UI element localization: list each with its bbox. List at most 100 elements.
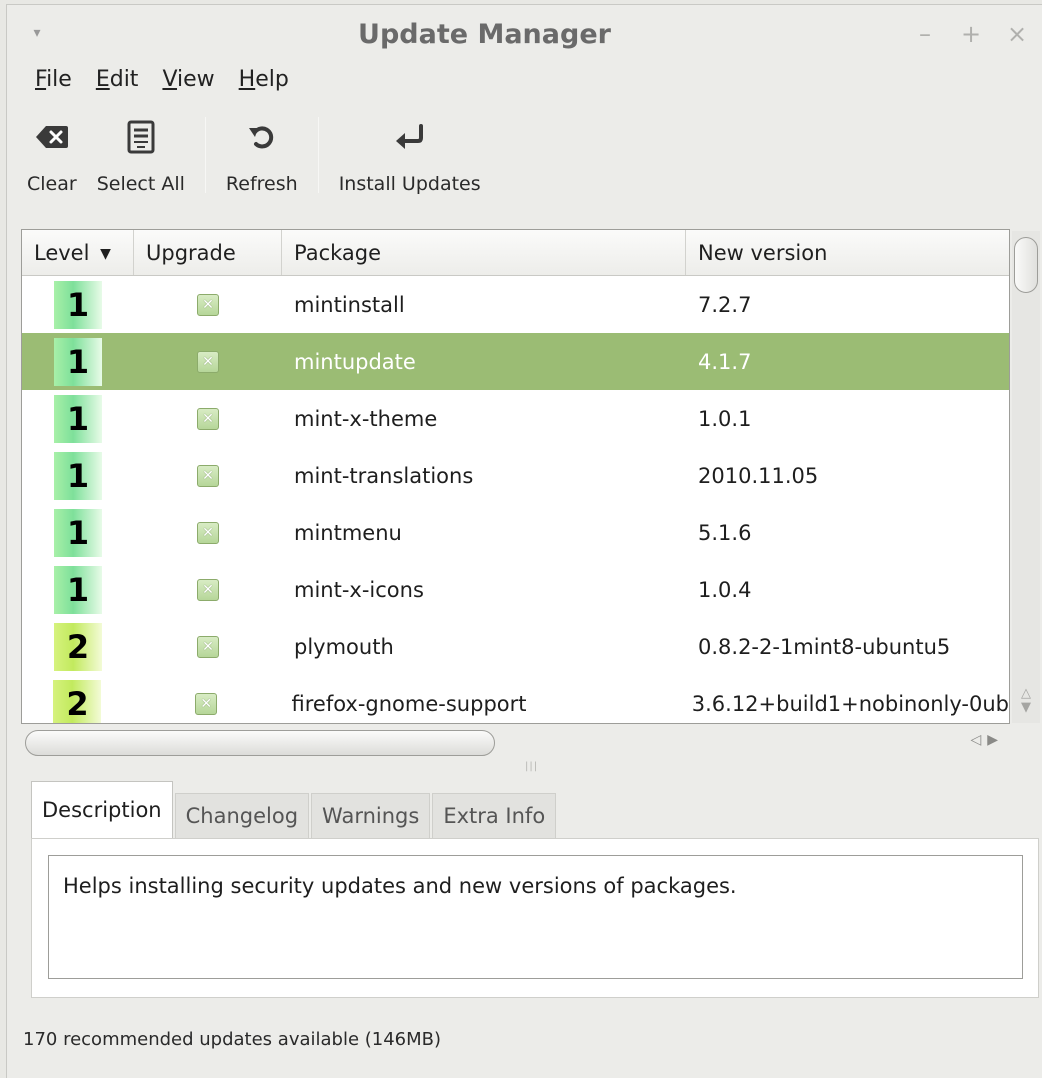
upgrade-checkbox[interactable]: ✕ bbox=[197, 407, 219, 430]
new-version: 7.2.7 bbox=[698, 292, 752, 317]
column-header-level[interactable]: Level ▼ bbox=[22, 230, 134, 275]
version-cell: 0.8.2-2-1mint8-ubuntu5 bbox=[686, 618, 1009, 675]
version-cell: 1.0.1 bbox=[686, 390, 1009, 447]
table-row[interactable]: 1 ✕ mintinstall 7.2.7 bbox=[22, 276, 1009, 333]
select-all-label: Select All bbox=[96, 173, 185, 195]
package-name: mint-x-theme bbox=[294, 406, 438, 431]
upgrade-cell: ✕ bbox=[134, 390, 282, 447]
package-name: mintinstall bbox=[294, 292, 405, 317]
level-cell: 1 bbox=[22, 276, 134, 333]
package-cell: mintupdate bbox=[282, 333, 686, 390]
package-name: mint-x-icons bbox=[294, 577, 424, 602]
scroll-left-right-arrows-icon[interactable]: ◁▶ bbox=[970, 732, 1004, 748]
menu-edit[interactable]: Edit bbox=[86, 63, 149, 97]
menu-file[interactable]: File bbox=[25, 63, 82, 97]
menu-view[interactable]: View bbox=[152, 63, 224, 97]
menu-edit-mnemonic: E bbox=[95, 67, 110, 92]
table-row[interactable]: 1 ✕ mint-translations 2010.11.05 bbox=[22, 447, 1009, 504]
toolbar: Clear Select All Refresh Install Updates bbox=[17, 117, 491, 213]
level-cell: 1 bbox=[22, 447, 134, 504]
new-version: 2010.11.05 bbox=[698, 463, 819, 488]
horizontal-scroll-thumb[interactable] bbox=[25, 730, 495, 756]
refresh-label: Refresh bbox=[225, 173, 298, 195]
table-body: 1 ✕ mintinstall 7.2.7 1 ✕ mintupdate 4.1.7 1 ✕ min… bbox=[22, 276, 1009, 723]
tab-changelog[interactable]: Changelog bbox=[174, 793, 310, 839]
table-row[interactable]: 2 ✕ firefox-gnome-support 3.6.12+build1+nob… bbox=[22, 675, 1009, 723]
clear-button[interactable]: Clear bbox=[17, 117, 87, 207]
version-cell: 1.0.4 bbox=[686, 561, 1009, 618]
package-name: firefox-gnome-support bbox=[291, 691, 527, 716]
updates-table: Level ▼ Upgrade Package New version 1 ✕ mi… bbox=[21, 229, 1010, 724]
level-cell: 1 bbox=[22, 504, 134, 561]
maximize-button[interactable]: + bbox=[957, 19, 985, 49]
new-version: 0.8.2-2-1mint8-ubuntu5 bbox=[698, 634, 951, 659]
title-bar[interactable]: ▾ Update Manager – + × bbox=[7, 5, 1042, 63]
new-version: 4.1.7 bbox=[698, 349, 752, 374]
tab-description[interactable]: Description bbox=[31, 781, 173, 839]
tab-warnings[interactable]: Warnings bbox=[311, 793, 431, 839]
install-updates-label: Install Updates bbox=[338, 173, 481, 195]
level-cell: 2 bbox=[22, 618, 134, 675]
horizontal-scrollbar[interactable]: ◁▶ bbox=[21, 726, 1010, 758]
upgrade-checkbox[interactable]: ✕ bbox=[197, 350, 219, 373]
upgrade-checkbox[interactable]: ✕ bbox=[197, 578, 219, 601]
toolbar-separator bbox=[204, 117, 206, 193]
package-cell: mintmenu bbox=[282, 504, 686, 561]
upgrade-checkbox[interactable]: ✕ bbox=[195, 692, 218, 715]
new-version: 1.0.4 bbox=[698, 577, 752, 602]
backspace-clear-icon bbox=[32, 117, 72, 157]
table-row[interactable]: 1 ✕ mintmenu 5.1.6 bbox=[22, 504, 1009, 561]
minimize-button[interactable]: – bbox=[911, 19, 939, 49]
refresh-button[interactable]: Refresh bbox=[216, 117, 308, 207]
column-header-new-version[interactable]: New version bbox=[686, 230, 1009, 275]
menu-view-mnemonic: V bbox=[162, 67, 178, 92]
menu-help-mnemonic: H bbox=[238, 67, 256, 92]
package-name: mintupdate bbox=[294, 349, 416, 374]
scroll-up-down-arrows-icon[interactable]: △ ▼ bbox=[1012, 687, 1040, 715]
level-badge: 2 bbox=[54, 622, 102, 671]
package-name: mint-translations bbox=[294, 463, 474, 488]
new-version: 3.6.12+build1+nobinonly-0ub bbox=[691, 691, 1009, 716]
table-row[interactable]: 2 ✕ plymouth 0.8.2-2-1mint8-ubuntu5 bbox=[22, 618, 1009, 675]
menu-view-label: iew bbox=[177, 67, 215, 92]
sort-descending-icon: ▼ bbox=[100, 246, 111, 262]
level-badge: 1 bbox=[54, 394, 102, 443]
vertical-scroll-thumb[interactable] bbox=[1014, 237, 1038, 293]
upgrade-checkbox[interactable]: ✕ bbox=[197, 293, 219, 316]
select-all-button[interactable]: Select All bbox=[87, 117, 195, 207]
version-cell: 7.2.7 bbox=[686, 276, 1009, 333]
package-cell: mint-x-icons bbox=[282, 561, 686, 618]
details-tabs: Description Changelog Warnings Extra Inf… bbox=[31, 781, 558, 839]
install-updates-button[interactable]: Install Updates bbox=[329, 117, 491, 207]
vertical-scrollbar[interactable]: △ ▼ bbox=[1012, 231, 1040, 723]
level-badge: 1 bbox=[54, 280, 102, 329]
description-panel: Helps installing security updates and ne… bbox=[31, 838, 1039, 998]
version-cell: 4.1.7 bbox=[686, 333, 1009, 390]
close-button[interactable]: × bbox=[1003, 19, 1031, 49]
upgrade-checkbox[interactable]: ✕ bbox=[197, 635, 219, 658]
upgrade-cell: ✕ bbox=[134, 333, 282, 390]
upgrade-checkbox[interactable]: ✕ bbox=[197, 464, 219, 487]
table-row[interactable]: 1 ✕ mint-x-icons 1.0.4 bbox=[22, 561, 1009, 618]
checkmark-icon: ✕ bbox=[202, 638, 214, 655]
upgrade-cell: ✕ bbox=[134, 447, 282, 504]
level-badge: 1 bbox=[54, 565, 102, 614]
column-header-package[interactable]: Package bbox=[282, 230, 686, 275]
package-cell: plymouth bbox=[282, 618, 686, 675]
level-badge: 2 bbox=[53, 679, 102, 723]
pane-resize-grip-icon[interactable]: ||| bbox=[525, 761, 538, 772]
column-header-upgrade[interactable]: Upgrade bbox=[134, 230, 282, 275]
menu-file-label: ile bbox=[46, 67, 72, 92]
tab-extra-info[interactable]: Extra Info bbox=[432, 793, 557, 839]
table-header: Level ▼ Upgrade Package New version bbox=[22, 230, 1009, 276]
version-cell: 2010.11.05 bbox=[686, 447, 1009, 504]
upgrade-cell: ✕ bbox=[134, 276, 282, 333]
upgrade-checkbox[interactable]: ✕ bbox=[197, 521, 219, 544]
table-row[interactable]: 1 ✕ mintupdate 4.1.7 bbox=[22, 333, 1009, 390]
checkmark-icon: ✕ bbox=[202, 296, 214, 313]
table-row[interactable]: 1 ✕ mint-x-theme 1.0.1 bbox=[22, 390, 1009, 447]
upgrade-cell: ✕ bbox=[133, 675, 280, 723]
package-cell: firefox-gnome-support bbox=[280, 675, 680, 723]
package-name: mintmenu bbox=[294, 520, 402, 545]
menu-help[interactable]: Help bbox=[229, 63, 299, 97]
